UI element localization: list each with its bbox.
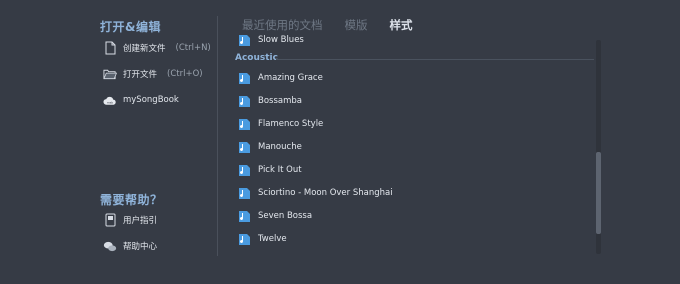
list-item-label: Pick It Out — [258, 165, 302, 175]
list-item-label: Slow Blues — [258, 35, 304, 45]
guitar-file-icon — [239, 233, 250, 245]
style-list: Slow Blues Acoustic Amazing Grace Bossam… — [232, 34, 594, 256]
create-new-file-label: 创建新文件 — [123, 44, 166, 54]
user-guide-label: 用户指引 — [123, 216, 158, 226]
svg-text:msb: msb — [107, 100, 113, 104]
guitar-file-icon — [238, 256, 251, 257]
list-item-label: Amazing Grace — [258, 73, 323, 83]
chat-bubbles-icon — [103, 238, 117, 254]
tab-styles[interactable]: 样式 — [390, 17, 413, 33]
new-file-icon — [103, 40, 117, 56]
guitar-file-icon — [239, 72, 250, 84]
help-center-item[interactable]: 帮助中心 — [103, 236, 157, 256]
user-guide-item[interactable]: 用户指引 — [103, 210, 157, 230]
list-item[interactable]: Flamenco Style — [238, 115, 323, 133]
book-icon — [103, 212, 117, 228]
list-item-label: Seven Bossa — [258, 211, 313, 221]
guitar-file-icon — [239, 34, 250, 46]
list-item-label: Bossamba — [258, 96, 302, 106]
list-item-label: Sciortino - Moon Over Shanghai — [258, 188, 393, 198]
list-item[interactable]: Manouche — [238, 138, 302, 156]
list-item-label: Flamenco Style — [258, 119, 324, 129]
help-center-label: 帮助中心 — [123, 242, 158, 252]
mysongbook-label: mySongBook — [123, 95, 179, 105]
list-item[interactable]: Twelve — [238, 230, 287, 248]
open-edit-title: 打开&编辑 — [100, 20, 161, 34]
sidebar: 打开&编辑 创建新文件 (Ctrl+N) 打开文件 (Ctrl+O) msb m… — [0, 0, 217, 284]
guitar-file-icon — [239, 187, 250, 199]
list-item[interactable]: Pick It Out — [238, 161, 302, 179]
list-item[interactable]: Bossamba — [238, 92, 302, 110]
list-item[interactable]: Amazing Grace — [238, 69, 323, 87]
folder-icon — [103, 66, 117, 82]
list-item-label: Twelve — [258, 234, 287, 244]
guitar-file-icon — [239, 164, 250, 176]
scrollbar-thumb[interactable] — [596, 152, 601, 234]
list-item[interactable] — [238, 253, 258, 256]
create-new-file-item[interactable]: 创建新文件 (Ctrl+N) — [103, 38, 211, 58]
group-header-acoustic: Acoustic — [235, 53, 278, 63]
guitar-file-icon — [239, 118, 250, 130]
group-divider — [276, 59, 594, 60]
list-item[interactable]: Slow Blues — [238, 34, 304, 49]
tab-recent-documents[interactable]: 最近使用的文档 — [242, 17, 323, 33]
create-new-file-shortcut: (Ctrl+N) — [175, 43, 211, 53]
open-file-shortcut: (Ctrl+O) — [167, 69, 203, 79]
list-item-label: Manouche — [258, 142, 302, 152]
list-item[interactable]: Sciortino - Moon Over Shanghai — [238, 184, 393, 202]
open-file-label: 打开文件 — [123, 70, 158, 80]
guitar-file-icon — [239, 95, 250, 107]
guitar-file-icon — [239, 210, 250, 222]
guitar-file-icon — [239, 141, 250, 153]
list-item[interactable]: Seven Bossa — [238, 207, 312, 225]
open-file-item[interactable]: 打开文件 (Ctrl+O) — [103, 64, 203, 84]
help-title: 需要帮助？ — [100, 193, 163, 207]
tab-bar: 最近使用的文档 模版 样式 — [242, 17, 435, 33]
cloud-icon: msb — [103, 92, 117, 108]
tab-templates[interactable]: 模版 — [345, 17, 368, 33]
sidebar-divider — [217, 16, 218, 256]
mysongbook-item[interactable]: msb mySongBook — [103, 90, 179, 110]
